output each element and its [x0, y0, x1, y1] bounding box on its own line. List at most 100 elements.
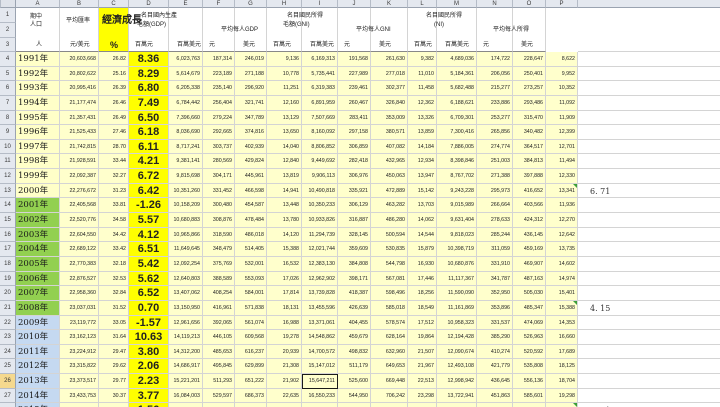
data-cell[interactable]: 11,494 [546, 154, 578, 170]
data-cell[interactable]: 328,145 [338, 227, 371, 243]
data-cell[interactable]: 29.77 [99, 374, 129, 389]
data-cell[interactable]: 10,965,866 [169, 227, 203, 243]
data-cell[interactable]: 10,350,233 [302, 198, 338, 214]
q-cell[interactable] [578, 359, 720, 375]
data-cell[interactable]: 532,001 [235, 256, 267, 272]
column-header-f[interactable]: F [203, 0, 235, 8]
q-cell[interactable] [578, 139, 720, 155]
data-cell[interactable]: 9,631,404 [437, 213, 477, 228]
data-cell[interactable]: 12,330 [546, 169, 578, 184]
data-cell[interactable]: 9,381,141 [169, 154, 203, 170]
data-cell[interactable]: 22,276,672 [60, 183, 99, 199]
data-cell[interactable]: 364,517 [513, 139, 546, 155]
data-cell[interactable]: 14,184 [408, 139, 437, 155]
growth-rate-cell[interactable]: 6.42 [129, 183, 169, 199]
data-cell[interactable]: 6,188,621 [437, 95, 477, 111]
data-cell[interactable]: 14,974 [546, 271, 578, 287]
data-cell[interactable]: 9,015,989 [437, 198, 477, 214]
data-cell[interactable]: 530,835 [371, 242, 408, 257]
growth-rate-cell[interactable]: 6.50 [129, 110, 169, 126]
data-cell[interactable]: 9,818,023 [437, 227, 477, 243]
data-cell[interactable]: 22,770,383 [60, 256, 99, 272]
data-cell[interactable]: 598,496 [371, 286, 408, 301]
data-cell[interactable]: 14,602 [546, 256, 578, 272]
data-cell[interactable]: 21,357,431 [60, 110, 99, 126]
data-cell[interactable]: 32.27 [99, 169, 129, 184]
data-cell[interactable]: 26.49 [99, 110, 129, 126]
data-cell[interactable]: 669,448 [371, 374, 408, 389]
data-cell[interactable]: 466,598 [235, 183, 267, 199]
q-cell[interactable] [578, 169, 720, 184]
data-cell[interactable]: 191,568 [338, 52, 371, 67]
column-header-h[interactable]: H [267, 0, 302, 8]
data-cell[interactable]: 567,081 [371, 271, 408, 287]
row-header-26[interactable]: 26 [0, 374, 16, 389]
data-cell[interactable]: 341,787 [477, 271, 513, 287]
data-cell[interactable]: 6,891,959 [302, 95, 338, 111]
data-cell[interactable]: 16,772,259 [169, 403, 203, 407]
data-cell[interactable]: 17,512 [408, 315, 437, 331]
data-cell[interactable]: 283,411 [338, 110, 371, 126]
row-header-14[interactable]: 14 [0, 198, 16, 214]
data-cell[interactable]: 5,184,361 [437, 66, 477, 82]
data-cell[interactable]: 404,455 [338, 315, 371, 331]
data-cell[interactable]: 23,298 [408, 388, 437, 404]
data-cell[interactable]: 7,300,416 [437, 125, 477, 140]
row-header-21[interactable]: 21 [0, 300, 16, 316]
column-header-n[interactable]: N [477, 0, 513, 8]
column-header-g[interactable]: G [235, 0, 267, 8]
data-cell[interactable]: 22,520,776 [60, 213, 99, 228]
data-cell[interactable]: 8,622 [546, 52, 578, 67]
data-cell[interactable]: 11,909 [546, 110, 578, 126]
data-cell[interactable]: 10,680,876 [437, 256, 477, 272]
data-cell[interactable]: 629,899 [235, 359, 267, 375]
data-cell[interactable]: 12,961,656 [169, 315, 203, 331]
growth-rate-cell[interactable]: 2.23 [129, 374, 169, 389]
data-cell[interactable]: 29.62 [99, 359, 129, 375]
data-cell[interactable]: 10,490,818 [302, 183, 338, 199]
data-cell[interactable]: 397,888 [513, 169, 546, 184]
row-header-4[interactable]: 4 [0, 52, 16, 67]
data-cell[interactable]: 19,278 [267, 330, 302, 345]
data-cell[interactable]: 23,224,912 [60, 344, 99, 360]
year-cell[interactable]: 2008年 [16, 300, 60, 316]
data-cell[interactable]: 12,362 [408, 95, 437, 111]
data-cell[interactable]: 511,179 [338, 359, 371, 375]
data-cell[interactable]: 20,802,622 [60, 66, 99, 82]
data-cell[interactable]: 585,601 [513, 388, 546, 404]
data-cell[interactable]: 348,479 [203, 242, 235, 257]
data-cell[interactable]: 21,928,591 [60, 154, 99, 170]
data-cell[interactable]: 561,074 [235, 315, 267, 331]
data-cell[interactable]: 239,461 [338, 81, 371, 96]
growth-rate-cell[interactable]: 8.36 [129, 52, 169, 67]
data-cell[interactable]: 421,779 [477, 359, 513, 375]
data-cell[interactable]: 26.82 [99, 52, 129, 67]
growth-rate-cell[interactable]: 6.72 [129, 169, 169, 184]
growth-rate-cell[interactable]: 3.80 [129, 344, 169, 360]
growth-rate-cell[interactable]: 0.70 [129, 300, 169, 316]
data-cell[interactable]: 30.37 [99, 388, 129, 404]
data-cell[interactable]: 215,277 [477, 81, 513, 96]
data-cell[interactable]: 486,018 [235, 227, 267, 243]
data-cell[interactable]: 454,587 [235, 198, 267, 214]
data-cell[interactable]: 11,010 [408, 66, 437, 82]
data-cell[interactable]: 23,487,509 [60, 403, 99, 407]
column-header-m[interactable]: M [437, 0, 477, 8]
data-cell[interactable]: 529,597 [203, 388, 235, 404]
q-cell[interactable] [578, 344, 720, 360]
year-cell[interactable]: 2013年 [16, 374, 60, 389]
data-cell[interactable]: 14,353 [546, 315, 578, 331]
data-cell[interactable]: 14,312,200 [169, 344, 203, 360]
q-cell[interactable] [578, 95, 720, 111]
data-cell[interactable]: 5,682,488 [437, 81, 477, 96]
data-cell[interactable]: 206,056 [477, 66, 513, 82]
data-cell[interactable]: 500,594 [371, 227, 408, 243]
data-cell[interactable]: 295,973 [477, 183, 513, 199]
data-cell[interactable]: 15,401 [546, 286, 578, 301]
data-cell[interactable]: 511,293 [203, 374, 235, 389]
data-cell[interactable]: 416,652 [513, 183, 546, 199]
data-cell[interactable]: 13,650 [267, 125, 302, 140]
data-cell[interactable]: 14,548,862 [302, 330, 338, 345]
year-cell[interactable]: 2009年 [16, 315, 60, 331]
data-cell[interactable]: 16,660 [546, 330, 578, 345]
